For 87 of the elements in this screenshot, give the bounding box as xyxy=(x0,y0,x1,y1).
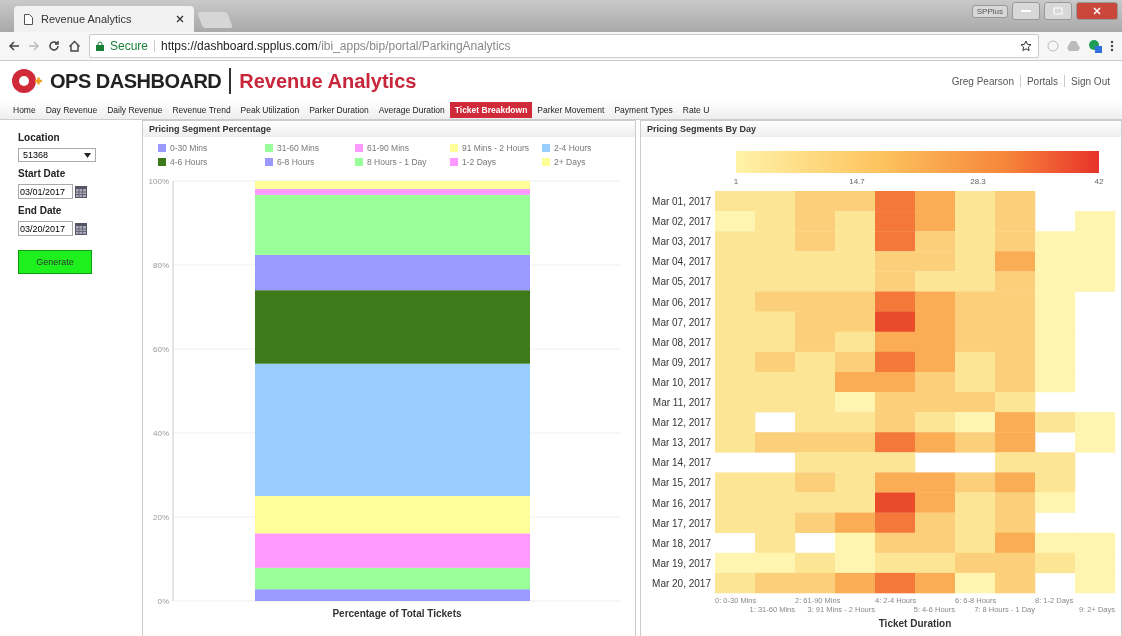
nav-tab[interactable]: Revenue Trend xyxy=(167,102,236,118)
nav-tab[interactable]: Parker Duration xyxy=(304,102,374,118)
lock-icon xyxy=(96,41,104,51)
location-select[interactable]: 51368 xyxy=(18,148,96,162)
axis-tick-label: 60% xyxy=(153,345,169,354)
page-icon xyxy=(24,13,33,25)
row-label: Mar 10, 2017 xyxy=(652,376,711,388)
row-label: Mar 13, 2017 xyxy=(652,437,711,449)
header-link[interactable]: Greg Pearson xyxy=(951,75,1014,87)
scale-tick-label: 28.3 xyxy=(970,177,986,186)
row-label: Mar 02, 2017 xyxy=(652,216,711,228)
nav-tab[interactable]: Day Revenue xyxy=(40,102,103,118)
address-bar[interactable]: Secure https://dashboard.spplus.com/ibi_apps/bip/portal/ParkingAnalytics xyxy=(89,34,1039,58)
row-label: Mar 01, 2017 xyxy=(652,196,711,207)
scale-tick-label: 42 xyxy=(1094,177,1104,186)
nav-tab[interactable]: Ticket Breakdown xyxy=(449,102,533,118)
legend-item[interactable]: 91 Mins - 2 Hours xyxy=(450,143,542,153)
page-title: Revenue Analytics xyxy=(239,69,417,93)
home-icon[interactable] xyxy=(68,40,81,52)
menu-icon[interactable] xyxy=(1110,40,1114,52)
row-label: Mar 06, 2017 xyxy=(652,296,711,308)
panel-title: Pricing Segment Percentage xyxy=(143,121,635,137)
field-label: Location xyxy=(18,132,60,143)
star-icon[interactable] xyxy=(1020,40,1032,52)
reload-icon[interactable] xyxy=(48,40,60,52)
axis-title: Ticket Duration xyxy=(878,618,952,629)
calendar-icon[interactable] xyxy=(75,185,87,198)
axis-title: Percentage of Total Tickets xyxy=(332,608,462,619)
date-field[interactable]: 03/20/2017 xyxy=(18,221,73,236)
legend-item[interactable]: 61-90 Mins xyxy=(355,143,450,153)
legend-item[interactable]: 4-6 Hours xyxy=(158,157,265,167)
maximize-icon xyxy=(1053,7,1063,15)
brand-title: OPS DASHBOARD xyxy=(50,69,222,93)
nav-tab[interactable]: Parker Movement xyxy=(532,102,610,118)
minimize-button[interactable] xyxy=(1012,2,1040,20)
row-label: Mar 11, 2017 xyxy=(652,397,711,408)
row-label: Mar 20, 2017 xyxy=(652,577,711,589)
legend-item[interactable]: 1-2 Days xyxy=(450,157,542,167)
close-button[interactable] xyxy=(1076,2,1118,20)
row-label: Mar 04, 2017 xyxy=(652,256,711,268)
scale-tick-label: 14.7 xyxy=(849,177,865,186)
legend-item[interactable]: 31-60 Mins xyxy=(265,143,355,153)
row-label: Mar 17, 2017 xyxy=(652,517,711,529)
legend-item[interactable]: 8 Hours - 1 Day xyxy=(355,157,450,167)
row-label: Mar 12, 2017 xyxy=(652,417,711,429)
nav-tab[interactable]: Payment Types xyxy=(609,102,678,118)
axis-tick-label: 100% xyxy=(148,177,169,186)
legend-item[interactable]: 2-4 Hours xyxy=(542,143,635,153)
nav-tab[interactable]: Average Duration xyxy=(373,102,450,118)
close-icon xyxy=(1092,7,1102,15)
axis-tick-label: 40% xyxy=(153,429,169,438)
nav-tab[interactable]: Daily Revenue xyxy=(102,102,168,118)
row-label: Mar 14, 2017 xyxy=(652,457,711,469)
back-icon[interactable] xyxy=(8,40,20,52)
row-label: Mar 18, 2017 xyxy=(652,537,711,549)
close-icon[interactable] xyxy=(176,15,184,23)
row-label: Mar 03, 2017 xyxy=(652,236,711,248)
axis-tick-label: 80% xyxy=(153,261,169,270)
header-link[interactable]: Portals xyxy=(1026,75,1059,87)
legend-item[interactable]: 6-8 Hours xyxy=(265,157,355,167)
row-label: Mar 09, 2017 xyxy=(652,356,711,368)
logo-icon xyxy=(12,68,42,94)
row-label: Mar 07, 2017 xyxy=(652,316,711,328)
row-label: Mar 08, 2017 xyxy=(652,336,711,348)
field-label: Start Date xyxy=(18,168,66,179)
profile-button[interactable]: SPPlus xyxy=(971,4,1008,18)
header-link[interactable]: Sign Out xyxy=(1071,75,1110,87)
scale-tick-label: 1 xyxy=(733,177,739,186)
calendar-icon[interactable] xyxy=(75,222,87,235)
generate-button[interactable]: Generate xyxy=(18,250,92,274)
legend-item[interactable]: 2+ Days xyxy=(542,157,635,167)
axis-tick-label: 20% xyxy=(153,513,169,522)
caret-icon xyxy=(84,152,91,158)
nav-tab[interactable]: Peak Utilization xyxy=(235,102,305,118)
row-label: Mar 16, 2017 xyxy=(652,497,711,509)
date-field[interactable]: 03/01/2017 xyxy=(18,184,73,199)
browser-tab[interactable]: Revenue Analytics xyxy=(14,6,194,32)
nav-tab[interactable]: Rate U xyxy=(677,102,715,118)
row-label: Mar 19, 2017 xyxy=(652,557,711,569)
row-label: Mar 05, 2017 xyxy=(652,276,711,288)
row-label: Mar 15, 2017 xyxy=(652,477,711,489)
axis-tick-label: 0% xyxy=(157,597,169,606)
minimize-icon xyxy=(1021,9,1031,13)
field-label: End Date xyxy=(18,205,62,216)
legend-item[interactable]: 0-30 Mins xyxy=(158,143,265,153)
panel-title: Pricing Segments By Day xyxy=(641,121,1121,137)
nav-tab[interactable]: Home xyxy=(8,102,41,118)
